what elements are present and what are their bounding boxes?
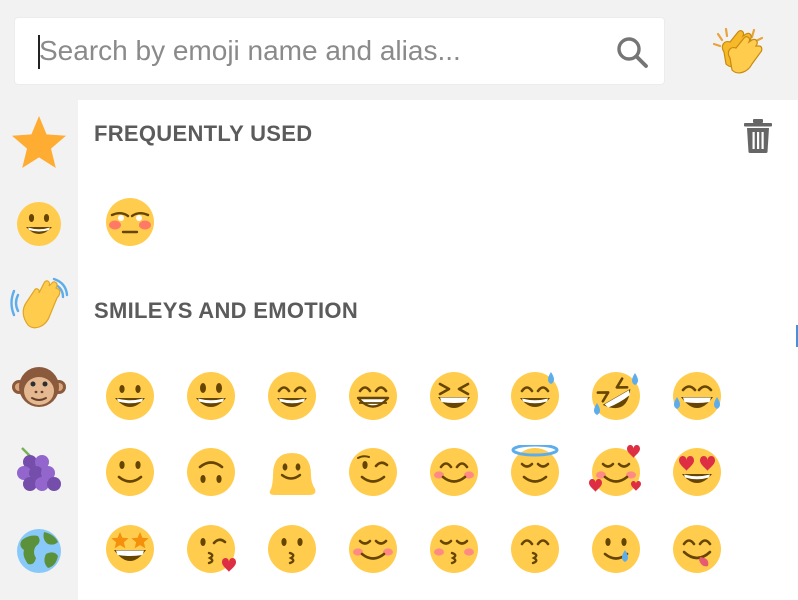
heart-eyes-icon[interactable] bbox=[670, 445, 724, 499]
kissing-smiling-eyes-icon[interactable] bbox=[508, 522, 562, 576]
melting-face-icon[interactable] bbox=[265, 445, 319, 499]
joy-icon[interactable] bbox=[670, 369, 724, 423]
smiley-icon[interactable] bbox=[184, 369, 238, 423]
search-box[interactable] bbox=[14, 17, 665, 85]
innocent-icon[interactable] bbox=[508, 445, 562, 499]
smiling-face-with-hearts-icon[interactable] bbox=[589, 445, 643, 499]
sweat-smile-icon[interactable] bbox=[508, 369, 562, 423]
yum-icon[interactable] bbox=[670, 522, 724, 576]
upside-down-face-icon[interactable] bbox=[184, 445, 238, 499]
blush-icon[interactable] bbox=[427, 445, 481, 499]
smiling-face-with-tear-icon[interactable] bbox=[589, 522, 643, 576]
category-frequently-used[interactable] bbox=[8, 112, 70, 174]
category-animals-and-nature[interactable] bbox=[8, 357, 70, 419]
category-food-and-drink[interactable] bbox=[8, 438, 70, 500]
category-smileys-and-emotion[interactable] bbox=[8, 193, 70, 255]
slightly-smiling-face-icon[interactable] bbox=[103, 445, 157, 499]
search-input[interactable] bbox=[39, 18, 599, 84]
kissing-closed-eyes-icon[interactable] bbox=[427, 522, 481, 576]
globe-icon bbox=[17, 529, 61, 573]
emoji-list: FREQUENTLY USED SMILEYS AND EMOTION bbox=[78, 100, 798, 600]
relaxed-icon[interactable] bbox=[346, 522, 400, 576]
category-people-and-body[interactable] bbox=[8, 275, 70, 337]
section-title-frequently-used: FREQUENTLY USED bbox=[94, 121, 313, 146]
category-travel-and-places[interactable] bbox=[8, 520, 70, 582]
grinning-face-icon[interactable] bbox=[103, 369, 157, 423]
kissing-icon[interactable] bbox=[265, 522, 319, 576]
rolling-on-floor-laughing-icon[interactable] bbox=[589, 369, 643, 423]
kissing-heart-icon[interactable] bbox=[184, 522, 238, 576]
category-sidebar bbox=[0, 100, 78, 600]
smile-icon[interactable] bbox=[265, 369, 319, 423]
trash-icon[interactable] bbox=[742, 118, 774, 154]
laughing-icon[interactable] bbox=[427, 369, 481, 423]
search-bar-area bbox=[0, 0, 798, 100]
grin-icon[interactable] bbox=[346, 369, 400, 423]
wink-icon[interactable] bbox=[346, 445, 400, 499]
clapping-hands-icon[interactable] bbox=[710, 26, 766, 78]
search-icon[interactable] bbox=[615, 35, 649, 69]
grinning-face-icon bbox=[17, 202, 61, 246]
flushed-blushing-face-icon[interactable] bbox=[103, 195, 157, 249]
grapes-icon bbox=[17, 447, 61, 491]
section-title-smileys-and-emotion: SMILEYS AND EMOTION bbox=[94, 298, 359, 323]
monkey-face-icon bbox=[12, 367, 66, 407]
star-icon bbox=[12, 116, 66, 168]
star-struck-icon[interactable] bbox=[103, 522, 157, 576]
waving-hand-icon bbox=[10, 277, 69, 329]
